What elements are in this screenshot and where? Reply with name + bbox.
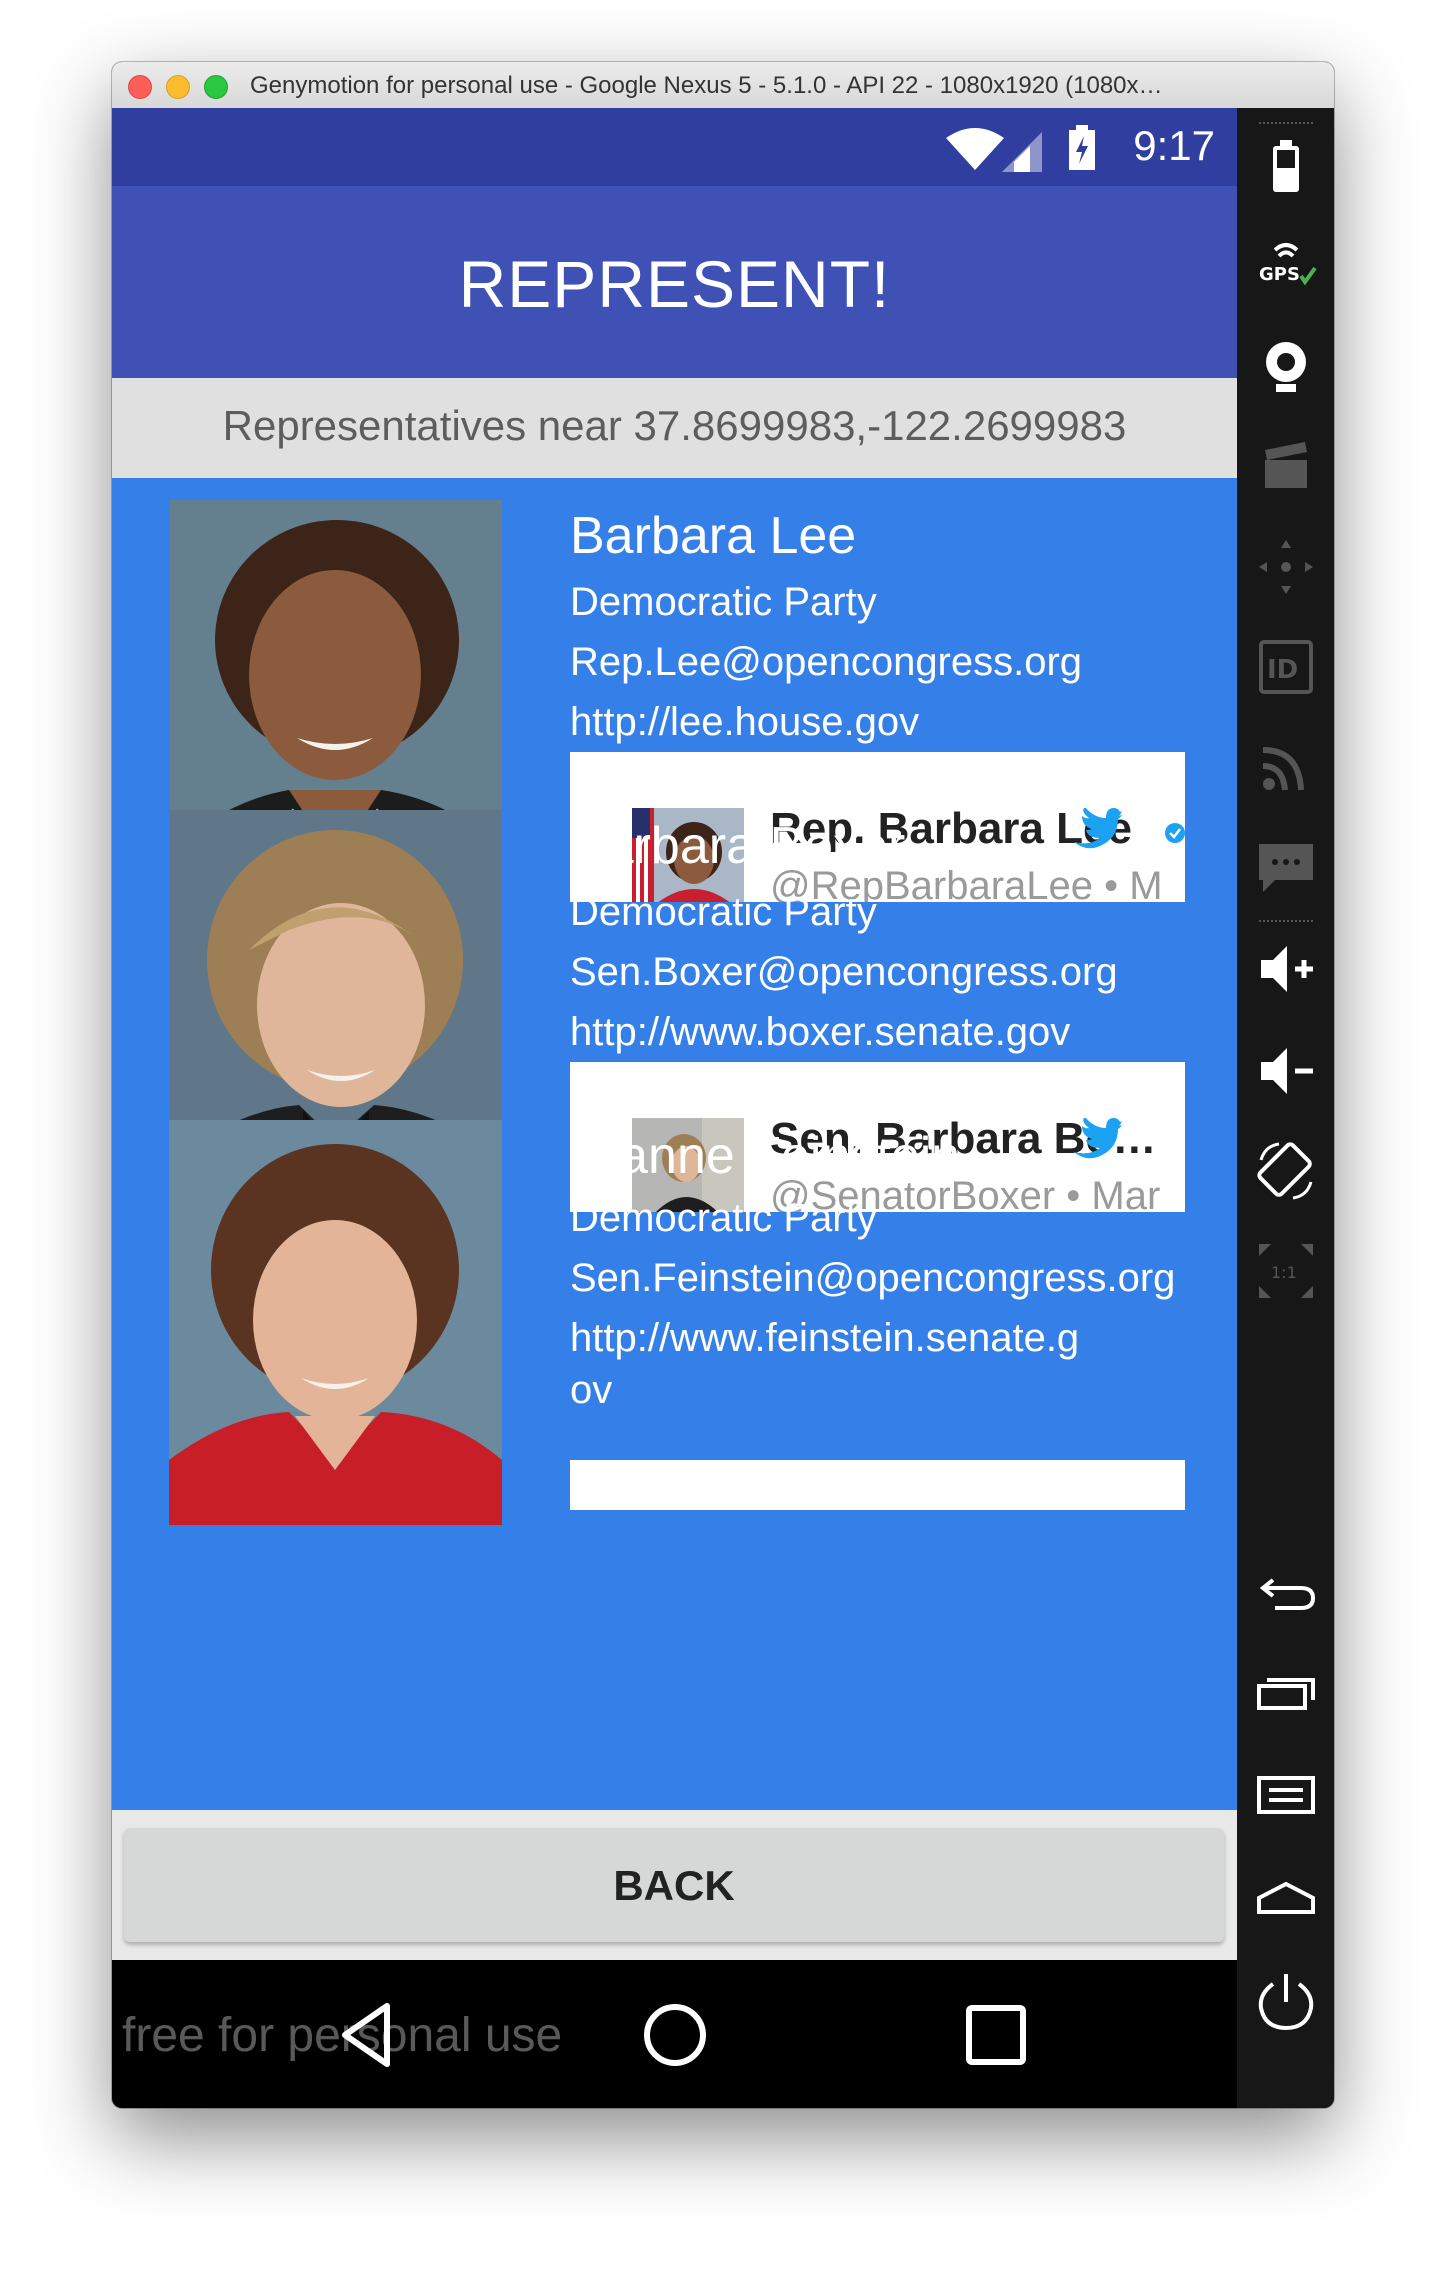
- home-icon[interactable]: [1255, 1864, 1317, 1926]
- nav-home-icon[interactable]: [640, 2000, 710, 2070]
- sidebar-divider: [1259, 920, 1313, 922]
- svg-text:1:1: 1:1: [1271, 1263, 1297, 1282]
- sidebar-divider: [1259, 122, 1313, 124]
- representative-info: Dianne Feinstein Democratic Party Sen.Fe…: [570, 1120, 1190, 1416]
- back-icon[interactable]: [1255, 1562, 1317, 1624]
- cell-signal-icon: [1002, 132, 1042, 172]
- menu-icon[interactable]: [1255, 1764, 1317, 1826]
- representative-website[interactable]: http://lee.house.gov: [570, 692, 1200, 752]
- representative-name: Barbara Lee: [570, 507, 857, 565]
- representative-website[interactable]: http://www.feinstein.senate.gov: [570, 1312, 1090, 1416]
- location-text: Representatives near 37.8699983,-122.269…: [222, 402, 1127, 449]
- window-titlebar: Genymotion for personal use - Google Nex…: [112, 62, 1334, 109]
- tweet-embed[interactable]: [570, 1460, 1185, 1510]
- representative-party: Democratic Party: [570, 1196, 877, 1240]
- battery-icon[interactable]: [1255, 136, 1317, 198]
- svg-text:ID: ID: [1267, 655, 1298, 685]
- representative-name: Barbara Boxer: [570, 817, 906, 875]
- sms-icon[interactable]: [1255, 836, 1317, 898]
- emulator-sidebar: GPS ID 1:1: [1237, 108, 1334, 2108]
- representative-email[interactable]: Sen.Boxer@opencongress.org: [570, 942, 1200, 1002]
- device-id-icon[interactable]: ID: [1255, 636, 1317, 698]
- network-icon[interactable]: [1255, 736, 1317, 798]
- status-time: 9:17: [1133, 122, 1215, 169]
- battery-charging-icon: [1069, 125, 1095, 170]
- app-bar: REPRESENT!: [112, 186, 1237, 378]
- recent-apps-icon[interactable]: [1255, 1664, 1317, 1726]
- representative-email[interactable]: Sen.Feinstein@opencongress.org: [570, 1252, 1190, 1304]
- representative-info: Barbara Boxer Democratic Party Sen.Boxer…: [570, 810, 1200, 1062]
- genymotion-window: Genymotion for personal use - Google Nex…: [112, 62, 1334, 2108]
- representative-party: Democratic Party: [570, 580, 877, 624]
- representative-party: Democratic Party: [570, 890, 877, 934]
- representative-website[interactable]: http://www.boxer.senate.gov: [570, 1002, 1200, 1062]
- app-title: REPRESENT!: [458, 247, 891, 321]
- gps-icon[interactable]: GPS: [1255, 236, 1317, 298]
- volume-up-icon[interactable]: [1255, 938, 1317, 1000]
- dpad-icon[interactable]: [1255, 536, 1317, 598]
- representative-card[interactable]: Dianne Feinstein Democratic Party Sen.Fe…: [112, 1098, 1237, 1810]
- wifi-icon: [946, 128, 1004, 170]
- representative-email[interactable]: Rep.Lee@opencongress.org: [570, 632, 1200, 692]
- nav-recent-apps-icon[interactable]: [961, 2000, 1031, 2070]
- android-nav-bar: free for personal use: [112, 1960, 1237, 2108]
- video-capture-icon[interactable]: [1255, 436, 1317, 498]
- status-bar: 9:17: [112, 108, 1237, 186]
- minimize-window-button[interactable]: [166, 75, 190, 99]
- representative-info: Barbara Lee Democratic Party Rep.Lee@ope…: [570, 500, 1200, 752]
- location-subheader: Representatives near 37.8699983,-122.269…: [112, 378, 1237, 478]
- back-button-area: BACK: [112, 1810, 1237, 1960]
- representative-photo: [169, 1120, 502, 1525]
- close-window-button[interactable]: [128, 75, 152, 99]
- svg-text:GPS: GPS: [1259, 264, 1300, 285]
- phone-screen: 9:17 REPRESENT! Representatives near 37.…: [112, 108, 1237, 2108]
- watermark-text: free for personal use: [122, 2009, 563, 2062]
- power-icon[interactable]: [1255, 1970, 1317, 2032]
- window-title: Genymotion for personal use - Google Nex…: [250, 72, 1163, 99]
- volume-down-icon[interactable]: [1255, 1040, 1317, 1102]
- back-button[interactable]: BACK: [124, 1828, 1224, 1942]
- representative-name: Dianne Feinstein: [570, 1127, 961, 1185]
- maximize-window-button[interactable]: [204, 75, 228, 99]
- rotate-icon[interactable]: [1255, 1140, 1317, 1202]
- representatives-list[interactable]: Barbara Lee Democratic Party Rep.Lee@ope…: [112, 478, 1237, 1810]
- webcam-icon[interactable]: [1255, 336, 1317, 398]
- scale-icon[interactable]: 1:1: [1255, 1240, 1317, 1302]
